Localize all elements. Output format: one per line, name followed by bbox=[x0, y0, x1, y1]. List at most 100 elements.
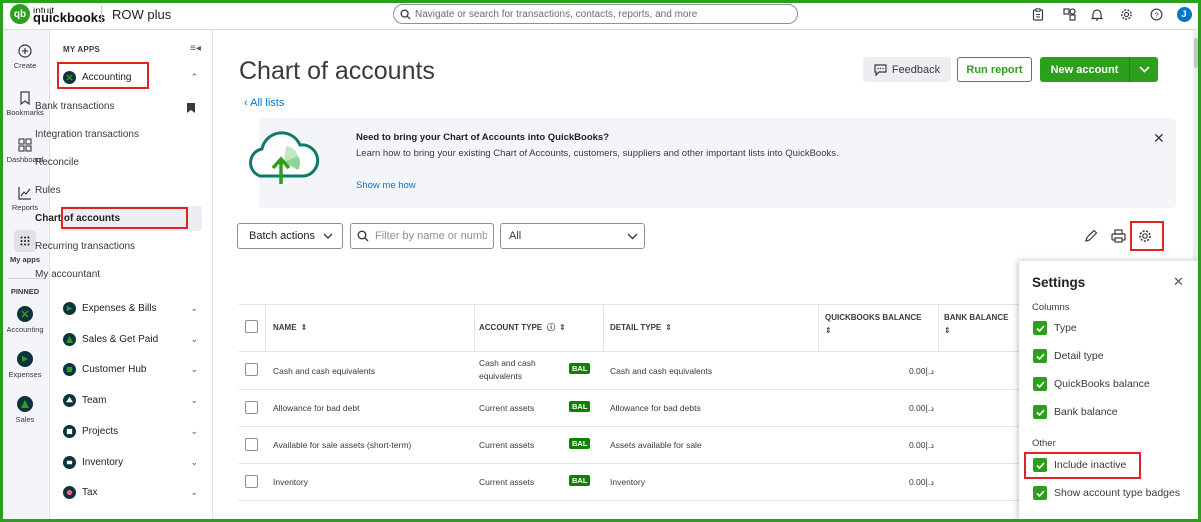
sidebar-item-sales-get-paid[interactable]: Sales & Get Paid ⌄ bbox=[60, 327, 208, 351]
bookmark-filled-icon[interactable] bbox=[187, 102, 195, 116]
sidebar-item-accounting[interactable]: Accounting ⌃ bbox=[60, 65, 208, 89]
grid-dots-icon bbox=[20, 236, 30, 246]
apps-switch-icon[interactable] bbox=[1061, 6, 1077, 22]
quickbooks-balance-column-toggle[interactable]: QuickBooks balance bbox=[1033, 377, 1150, 391]
search-placeholder: Navigate or search for transactions, con… bbox=[415, 8, 698, 20]
pencil-icon[interactable] bbox=[1084, 229, 1098, 246]
sidebar-item-customer-hub[interactable]: Customer Hub ⌄ bbox=[60, 357, 208, 381]
rail-pinned-sales-label: Sales bbox=[15, 415, 35, 424]
new-account-button[interactable]: New account bbox=[1040, 57, 1129, 82]
banner-text: Learn how to bring your existing Chart o… bbox=[356, 148, 839, 159]
collapse-sidebar-icon[interactable]: ≡◂ bbox=[190, 43, 201, 54]
chevron-down-icon: ⌄ bbox=[190, 456, 198, 467]
team-app-icon bbox=[63, 393, 76, 407]
detail-type: Cash and cash equivalents bbox=[610, 366, 713, 376]
account-type: Current assets bbox=[479, 403, 535, 413]
filter-input[interactable]: Filter by name or number bbox=[350, 223, 494, 249]
sidebar-item-expenses-bills[interactable]: Expenses & Bills ⌄ bbox=[60, 296, 208, 320]
quickbooks-logo[interactable]: qb intuit quickbooks bbox=[10, 4, 105, 24]
rail-create[interactable]: Create bbox=[0, 44, 50, 70]
chevron-down-icon bbox=[1138, 66, 1150, 73]
close-icon[interactable]: ✕ bbox=[1153, 130, 1165, 147]
sidebar-item-team[interactable]: Team ⌄ bbox=[60, 388, 208, 412]
accounting-app-icon bbox=[21, 310, 29, 318]
column-header-quickbooks-balance[interactable]: QUICKBOOKS BALANCE ⇕ bbox=[819, 304, 939, 351]
run-report-button[interactable]: Run report bbox=[957, 57, 1032, 82]
sidebar-item-rules[interactable]: Rules bbox=[35, 185, 61, 196]
column-header-bank-balance[interactable]: BANK BALANCE ⇕ bbox=[939, 304, 1019, 351]
sidebar-item-inventory[interactable]: Inventory ⌄ bbox=[60, 450, 208, 474]
show-account-type-badges-toggle[interactable]: Show account type badges bbox=[1033, 486, 1180, 500]
batch-actions-dropdown[interactable]: Batch actions bbox=[237, 223, 343, 249]
search-icon bbox=[357, 230, 369, 242]
svg-text:?: ? bbox=[1154, 10, 1158, 19]
account-name[interactable]: Cash and cash equivalents bbox=[273, 366, 375, 376]
column-header-detail-type[interactable]: DETAIL TYPE ⇕ bbox=[604, 304, 819, 351]
row-checkbox[interactable] bbox=[245, 475, 258, 488]
user-avatar[interactable]: J bbox=[1176, 6, 1192, 22]
row-line bbox=[239, 389, 1019, 390]
clipboard-icon[interactable] bbox=[1030, 6, 1046, 22]
account-type-filter-select[interactable]: All bbox=[500, 223, 645, 249]
rail-pinned-accounting[interactable]: Accounting bbox=[0, 306, 50, 334]
company-name[interactable]: ROW plus bbox=[112, 7, 171, 22]
account-type: Current assets bbox=[479, 440, 535, 450]
row-checkbox[interactable] bbox=[245, 401, 258, 414]
checkbox-checked-icon bbox=[1033, 405, 1047, 419]
page-title: Chart of accounts bbox=[239, 57, 435, 85]
account-type: Cash and cash bbox=[479, 358, 536, 368]
include-inactive-toggle[interactable]: Include inactive bbox=[1033, 458, 1126, 472]
all-lists-link[interactable]: ‹ All lists bbox=[244, 97, 284, 109]
help-icon[interactable]: ? bbox=[1148, 6, 1164, 22]
account-name[interactable]: Available for sale assets (short-term) bbox=[273, 440, 411, 450]
balance-badge: BAL bbox=[569, 438, 591, 449]
cloud-upload-icon bbox=[242, 124, 322, 193]
show-me-how-link[interactable]: Show me how bbox=[356, 180, 416, 191]
row-checkbox[interactable] bbox=[245, 438, 258, 451]
rail-pinned-sales[interactable]: Sales bbox=[0, 396, 50, 424]
sidebar-item-chart-of-accounts[interactable]: Chart of accounts bbox=[35, 213, 120, 224]
gear-icon[interactable] bbox=[1118, 6, 1134, 22]
dashboard-icon bbox=[18, 138, 32, 152]
quickbooks-balance: 0.00د.إ bbox=[908, 366, 934, 376]
quickbooks-balance: 0.00د.إ bbox=[908, 440, 934, 450]
row-line bbox=[239, 463, 1019, 464]
checkbox-checked-icon bbox=[1033, 377, 1047, 391]
bell-icon[interactable] bbox=[1089, 6, 1105, 22]
bank-balance-column-toggle[interactable]: Bank balance bbox=[1033, 405, 1118, 419]
plus-circle-icon bbox=[18, 44, 32, 58]
sidebar-item-reconcile[interactable]: Reconcile bbox=[35, 157, 79, 168]
global-search-input[interactable]: Navigate or search for transactions, con… bbox=[393, 4, 798, 24]
column-header-name[interactable]: NAME ⇕ bbox=[265, 304, 475, 351]
scrollbar-thumb[interactable] bbox=[1194, 38, 1198, 68]
row-checkbox[interactable] bbox=[245, 363, 258, 376]
feedback-button[interactable]: Feedback bbox=[863, 57, 951, 82]
sidebar-item-integration-transactions[interactable]: Integration transactions bbox=[35, 129, 139, 140]
expenses-app-icon bbox=[63, 301, 76, 315]
rail-pinned-expenses[interactable]: Expenses bbox=[0, 351, 50, 379]
topbar-divider bbox=[101, 6, 102, 24]
account-name[interactable]: Inventory bbox=[273, 477, 308, 487]
sidebar-item-projects[interactable]: Projects ⌄ bbox=[60, 419, 208, 443]
banner-title: Need to bring your Chart of Accounts int… bbox=[356, 132, 609, 143]
chevron-down-icon bbox=[323, 233, 333, 239]
settings-title: Settings bbox=[1032, 275, 1086, 290]
close-icon[interactable]: ✕ bbox=[1173, 274, 1184, 290]
table-settings-gear-icon[interactable] bbox=[1138, 229, 1152, 246]
column-header-account-type[interactable]: ACCOUNT TYPE ⓘ ⇕ bbox=[475, 304, 604, 351]
detail-type-column-toggle[interactable]: Detail type bbox=[1033, 349, 1104, 363]
chevron-down-icon: ⌄ bbox=[190, 363, 198, 374]
sort-icon: ⇕ bbox=[559, 323, 566, 332]
page-scrollbar[interactable] bbox=[1193, 30, 1199, 260]
sidebar-item-my-accountant[interactable]: My accountant bbox=[35, 269, 100, 280]
top-bar: qb intuit quickbooks ROW plus Navigate o… bbox=[0, 0, 1201, 30]
account-name[interactable]: Allowance for bad debt bbox=[273, 403, 359, 413]
new-account-dropdown-button[interactable] bbox=[1130, 57, 1158, 82]
sidebar-item-tax[interactable]: Tax ⌄ bbox=[60, 480, 208, 504]
search-icon bbox=[400, 8, 411, 20]
select-all-checkbox[interactable] bbox=[245, 320, 258, 333]
sidebar-item-bank-transactions[interactable]: Bank transactions bbox=[35, 101, 115, 112]
printer-icon[interactable] bbox=[1111, 229, 1126, 246]
type-column-toggle[interactable]: Type bbox=[1033, 321, 1077, 335]
sidebar-item-recurring-transactions[interactable]: Recurring transactions bbox=[35, 241, 135, 252]
